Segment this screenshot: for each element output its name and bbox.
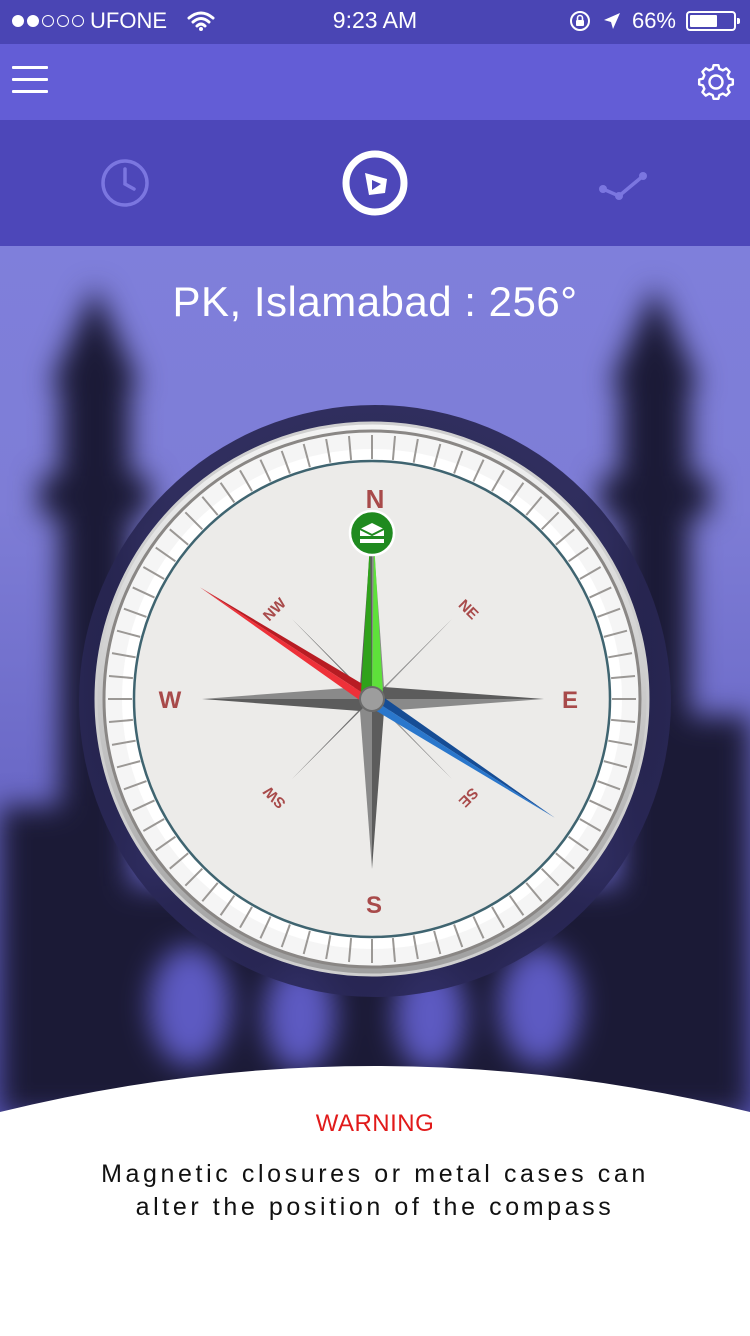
qibla-compass-icon [342, 150, 408, 216]
cardinal-s: S [366, 892, 382, 919]
battery-fill [690, 15, 718, 27]
battery-icon [686, 11, 740, 31]
needle-pivot [359, 686, 385, 712]
clock-icon [101, 159, 149, 207]
tab-qibla-compass[interactable] [250, 120, 500, 246]
cardinal-n: N [366, 484, 385, 514]
cardinal-e: E [562, 687, 578, 714]
trend-line-icon [599, 172, 647, 200]
battery-percentage: 66% [631, 8, 676, 33]
rotation-lock-icon [569, 11, 590, 31]
kaaba-icon [348, 509, 396, 557]
warning-message: Magnetic closures or metal cases can alt… [40, 1158, 710, 1224]
tab-prayer-times[interactable] [0, 120, 250, 246]
compass-screen: PK, Islamabad : 256° N E S W NE SE SW NW [0, 246, 750, 1116]
gear-icon[interactable] [694, 60, 738, 104]
status-bar: UFONE 9:23 AM 66% [0, 0, 750, 44]
app-header [0, 44, 750, 120]
warning-panel: WARNING Magnetic closures or metal cases… [0, 1060, 750, 1336]
hamburger-menu-icon[interactable] [12, 66, 48, 96]
tab-bar [0, 120, 750, 246]
status-right: 66% [568, 8, 740, 34]
warning-line-1: Magnetic closures or metal cases can [101, 1160, 649, 1188]
qibla-compass[interactable]: N E S W NE SE SW NW [75, 401, 675, 1001]
location-arrow-icon [603, 13, 620, 29]
warning-title: WARNING [315, 1110, 435, 1137]
warning-line-2: alter the position of the compass [135, 1193, 615, 1221]
tab-statistics[interactable] [500, 120, 750, 246]
location-heading: PK, Islamabad : 256° [172, 278, 578, 325]
cardinal-w: W [159, 687, 182, 714]
